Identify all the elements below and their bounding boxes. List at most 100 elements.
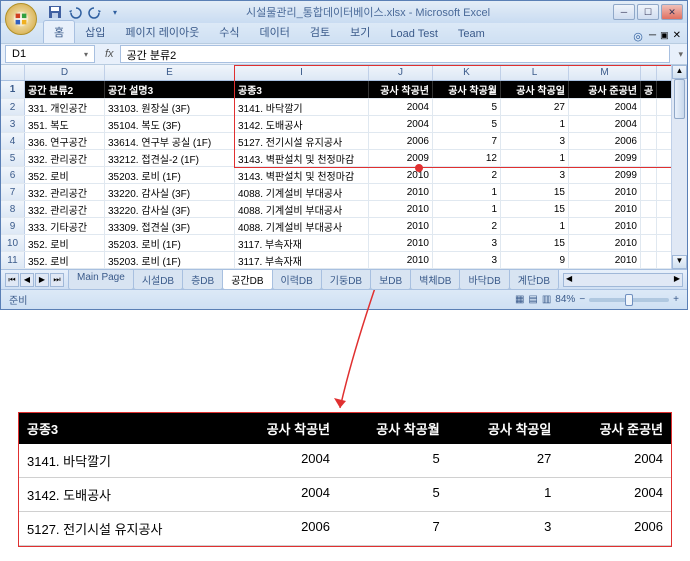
- sheet-nav-first-icon[interactable]: ⏮: [5, 273, 19, 287]
- cell[interactable]: 5: [433, 99, 501, 115]
- header-cell[interactable]: 공사 준공년: [569, 81, 641, 98]
- cell[interactable]: 4088. 기계설비 부대공사: [235, 201, 369, 217]
- sheet-tab[interactable]: 공간DB: [222, 270, 272, 290]
- cell[interactable]: 2010: [369, 235, 433, 251]
- ribbon-minimize-icon[interactable]: ─: [649, 30, 656, 43]
- row-header[interactable]: 7: [1, 184, 25, 200]
- cell[interactable]: 9: [501, 252, 569, 268]
- cell[interactable]: [641, 218, 657, 234]
- ribbon-tab-view[interactable]: 보기: [340, 21, 380, 43]
- cell[interactable]: 336. 연구공간: [25, 133, 105, 149]
- cell[interactable]: 2010: [369, 252, 433, 268]
- ribbon-tab-formulas[interactable]: 수식: [209, 21, 249, 43]
- sheet-tab[interactable]: 벽체DB: [410, 270, 460, 290]
- cell[interactable]: 352. 로비: [25, 235, 105, 251]
- select-all-corner[interactable]: [1, 65, 25, 80]
- office-button[interactable]: [5, 3, 37, 35]
- sheet-nav-last-icon[interactable]: ⏭: [50, 273, 64, 287]
- cell[interactable]: 33309. 접견실 (3F): [105, 218, 235, 234]
- cell[interactable]: 3143. 벽판설치 및 천정마감: [235, 150, 369, 166]
- cell[interactable]: 7: [433, 133, 501, 149]
- minimize-button[interactable]: ─: [613, 4, 635, 20]
- cell[interactable]: 5127. 전기시설 유지공사: [235, 133, 369, 149]
- cell[interactable]: 1: [433, 184, 501, 200]
- cell[interactable]: 33103. 원장실 (3F): [105, 99, 235, 115]
- cell[interactable]: 3142. 도배공사: [235, 116, 369, 132]
- row-header[interactable]: 2: [1, 99, 25, 115]
- cell[interactable]: [641, 252, 657, 268]
- cell[interactable]: 2006: [369, 133, 433, 149]
- sheet-tab[interactable]: 층DB: [182, 270, 223, 290]
- ribbon-tab-insert[interactable]: 삽입: [75, 21, 115, 43]
- cell[interactable]: 2004: [369, 99, 433, 115]
- cell[interactable]: 15: [501, 235, 569, 251]
- zoom-out-icon[interactable]: −: [579, 294, 585, 305]
- maximize-button[interactable]: ☐: [637, 4, 659, 20]
- cell[interactable]: 15: [501, 201, 569, 217]
- cell[interactable]: 33614. 연구부 공실 (1F): [105, 133, 235, 149]
- ribbon-tab-data[interactable]: 데이터: [250, 21, 300, 43]
- cell[interactable]: 33220. 감사실 (3F): [105, 201, 235, 217]
- header-cell[interactable]: 공사 착공월: [433, 81, 501, 98]
- header-cell[interactable]: 공사 착공일: [501, 81, 569, 98]
- horizontal-scrollbar[interactable]: ◀ ▶: [563, 273, 683, 287]
- header-cell[interactable]: 공간 분류2: [25, 81, 105, 98]
- cell[interactable]: 2010: [369, 184, 433, 200]
- cell[interactable]: 2010: [569, 218, 641, 234]
- formula-input[interactable]: 공간 분류2: [120, 45, 671, 63]
- cell[interactable]: 2010: [569, 252, 641, 268]
- col-header-J[interactable]: J: [369, 65, 433, 80]
- cell[interactable]: 3: [501, 167, 569, 183]
- cell[interactable]: 352. 로비: [25, 167, 105, 183]
- cell[interactable]: 12: [433, 150, 501, 166]
- cell[interactable]: 4088. 기계설비 부대공사: [235, 184, 369, 200]
- cell[interactable]: [641, 116, 657, 132]
- vertical-scrollbar[interactable]: ▲ ▼: [671, 65, 687, 269]
- cell[interactable]: 1: [501, 116, 569, 132]
- undo-icon[interactable]: [67, 4, 83, 20]
- sheet-nav-prev-icon[interactable]: ◀: [20, 273, 34, 287]
- cell[interactable]: 333. 기타공간: [25, 218, 105, 234]
- name-box-dropdown-icon[interactable]: ▾: [84, 50, 88, 59]
- ribbon-tab-load-test[interactable]: Load Test: [380, 25, 448, 43]
- cell[interactable]: 3117. 부속자재: [235, 235, 369, 251]
- sheet-tab[interactable]: 보DB: [370, 270, 411, 290]
- cell[interactable]: 332. 관리공간: [25, 184, 105, 200]
- cell[interactable]: [641, 201, 657, 217]
- cell[interactable]: 3117. 부속자재: [235, 252, 369, 268]
- cell[interactable]: 2010: [569, 184, 641, 200]
- row-header[interactable]: 6: [1, 167, 25, 183]
- cell[interactable]: 2009: [369, 150, 433, 166]
- cell[interactable]: 331. 개인공간: [25, 99, 105, 115]
- row-header[interactable]: 9: [1, 218, 25, 234]
- col-header-E[interactable]: E: [105, 65, 235, 80]
- col-header-I[interactable]: I: [235, 65, 369, 80]
- sheet-nav-next-icon[interactable]: ▶: [35, 273, 49, 287]
- sheet-tab[interactable]: 기둥DB: [321, 270, 371, 290]
- cell[interactable]: 33212. 접견실-2 (1F): [105, 150, 235, 166]
- cell[interactable]: 2010: [369, 218, 433, 234]
- scroll-thumb[interactable]: [674, 79, 685, 119]
- cell[interactable]: 3: [501, 133, 569, 149]
- zoom-slider-thumb[interactable]: [625, 294, 633, 306]
- ribbon-tab-review[interactable]: 검토: [300, 21, 340, 43]
- row-header[interactable]: 8: [1, 201, 25, 217]
- inner-restore-icon[interactable]: ▣: [660, 30, 669, 43]
- inner-close-icon[interactable]: ✕: [673, 30, 681, 43]
- cell[interactable]: 35203. 로비 (1F): [105, 235, 235, 251]
- view-layout-icon[interactable]: ▤: [528, 294, 537, 305]
- col-header-D[interactable]: D: [25, 65, 105, 80]
- cell[interactable]: 1: [433, 201, 501, 217]
- cell[interactable]: [641, 99, 657, 115]
- header-cell[interactable]: 공사 착공년: [369, 81, 433, 98]
- col-header-L[interactable]: L: [501, 65, 569, 80]
- ribbon-tab-home[interactable]: 홈: [43, 20, 75, 43]
- cell[interactable]: 5: [433, 116, 501, 132]
- cell[interactable]: 352. 로비: [25, 252, 105, 268]
- cell[interactable]: 2099: [569, 150, 641, 166]
- scroll-up-icon[interactable]: ▲: [672, 65, 687, 79]
- ribbon-tab-page-layout[interactable]: 페이지 레이아웃: [115, 21, 209, 43]
- cell[interactable]: 2010: [369, 201, 433, 217]
- view-break-icon[interactable]: ▥: [542, 294, 551, 305]
- cell[interactable]: 3143. 벽판설치 및 천정마감: [235, 167, 369, 183]
